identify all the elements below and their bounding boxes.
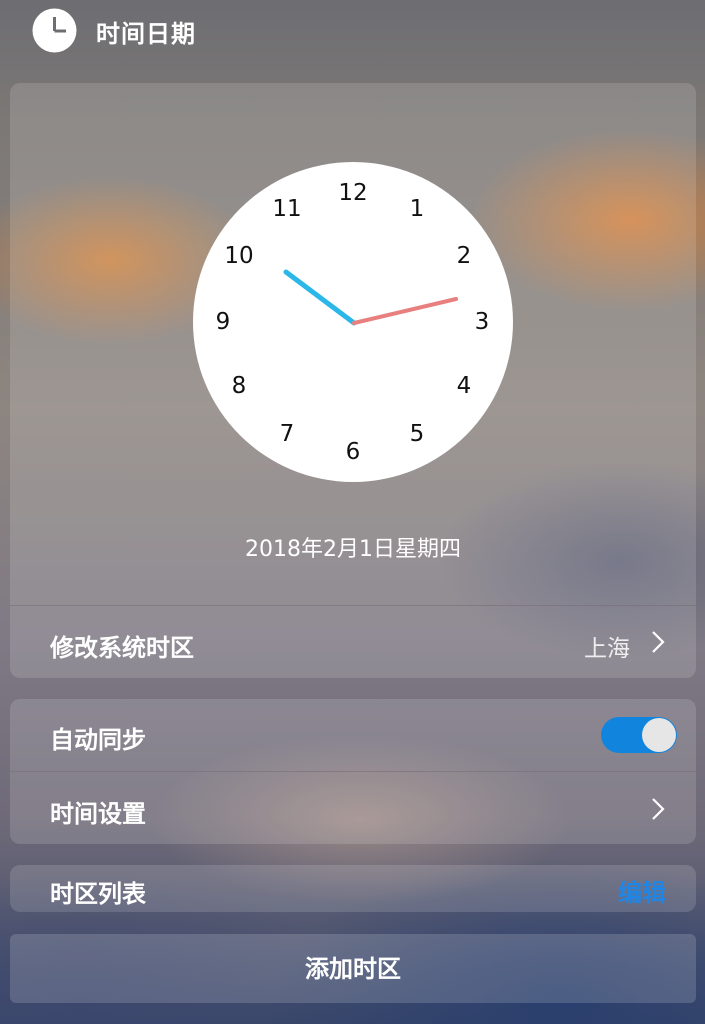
clock-numeral: 1 [410, 196, 425, 222]
timezone-label: 修改系统时区 [50, 634, 194, 662]
clock-numeral: 10 [224, 243, 253, 269]
app-header: 时间日期 [0, 0, 705, 62]
clock-numeral: 8 [232, 373, 247, 399]
time-settings-label: 时间设置 [50, 800, 146, 828]
analog-clock: 12 1 2 3 4 5 6 7 8 9 10 11 [193, 162, 513, 482]
clock-icon [32, 8, 77, 53]
clock-numeral: 12 [338, 180, 367, 206]
clock-numeral: 7 [280, 421, 295, 447]
add-timezone-label: 添加时区 [305, 956, 401, 983]
clock-numeral: 2 [457, 243, 472, 269]
timezone-value: 上海 [584, 636, 630, 662]
timezone-row[interactable]: 修改系统时区 上海 [10, 606, 696, 678]
clock-numeral: 6 [346, 439, 361, 465]
clock-numeral: 4 [457, 373, 472, 399]
clock-numeral: 11 [272, 196, 301, 222]
auto-sync-row: 自动同步 [10, 699, 696, 771]
clock-card: 12 1 2 3 4 5 6 7 8 9 10 11 2018年2月1日星期四 … [10, 83, 696, 678]
toggle-knob [642, 718, 676, 752]
chevron-right-icon [652, 631, 665, 653]
page-title: 时间日期 [96, 20, 196, 48]
edit-button[interactable]: 编辑 [618, 873, 666, 908]
timezone-list-header: 时区列表 编辑 [10, 865, 696, 912]
time-settings-row[interactable]: 时间设置 [10, 772, 696, 844]
current-date: 2018年2月1日星期四 [245, 537, 461, 562]
auto-sync-toggle[interactable] [601, 717, 677, 753]
clock-numeral: 5 [410, 421, 425, 447]
chevron-right-icon [652, 798, 665, 820]
settings-card: 自动同步 时间设置 [10, 699, 696, 844]
clock-numeral: 9 [216, 309, 231, 335]
add-timezone-button[interactable]: 添加时区 [10, 934, 696, 1003]
auto-sync-label: 自动同步 [50, 726, 146, 754]
timezone-list-label: 时区列表 [50, 880, 146, 908]
clock-numeral: 3 [475, 309, 490, 335]
